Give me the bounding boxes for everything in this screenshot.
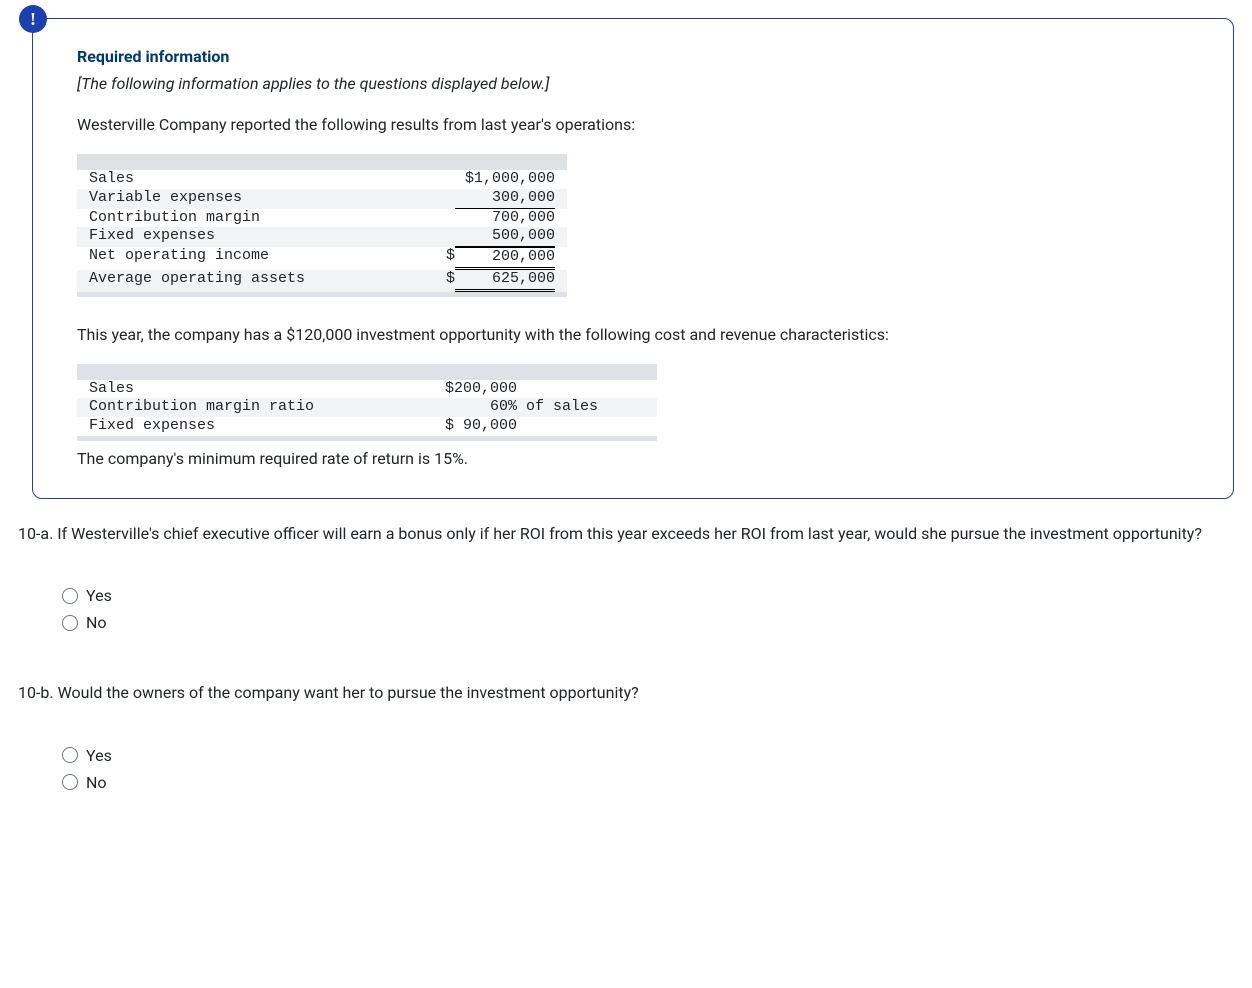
row-value: 700,000 [455, 209, 555, 228]
table-header-bar [77, 154, 567, 170]
question-10b-options: Yes No [18, 742, 1234, 796]
table-row: Fixed expenses$ 90,000 [77, 417, 657, 436]
table-row: Sales $1,000,000 [77, 170, 567, 189]
closing-text: The company's minimum required rate of r… [77, 449, 1189, 468]
radio-icon[interactable] [62, 747, 78, 763]
option-label: No [86, 613, 107, 632]
table-row: Contribution margin ratio 60% of sales [77, 398, 657, 417]
table-footer-bar [77, 292, 567, 297]
row-label: Contribution margin ratio [89, 398, 435, 417]
table-2-body: Sales$200,000Contribution margin ratio 6… [77, 380, 657, 436]
row-label: Contribution margin [89, 209, 435, 228]
required-information-box: ! Required information [The following in… [32, 18, 1234, 499]
row-symbol [435, 170, 455, 189]
row-value: $1,000,000 [455, 170, 555, 189]
row-symbol [435, 189, 455, 209]
question-10b-text: 10-b. Would the owners of the company wa… [18, 682, 1234, 704]
option-yes[interactable]: Yes [62, 582, 1234, 609]
mid-text: This year, the company has a $120,000 in… [77, 325, 1189, 344]
table-row: Variable expenses 300,000 [77, 189, 567, 209]
row-label: Sales [89, 380, 435, 399]
table-row: Fixed expenses 500,000 [77, 227, 567, 247]
option-yes[interactable]: Yes [62, 742, 1234, 769]
table-row: Sales$200,000 [77, 380, 657, 399]
row-value: $200,000 [435, 380, 645, 399]
question-10a-text: 10-a. If Westerville's chief executive o… [18, 523, 1234, 545]
table-footer-bar [77, 436, 657, 441]
row-value: 625,000 [455, 270, 555, 292]
row-symbol: $ [435, 247, 455, 270]
radio-icon[interactable] [62, 774, 78, 790]
alert-icon: ! [19, 5, 47, 33]
radio-icon[interactable] [62, 588, 78, 604]
row-label: Net operating income [89, 247, 435, 270]
intro-text: Westerville Company reported the followi… [77, 115, 1189, 134]
row-value: 60% of sales [435, 398, 645, 417]
radio-icon[interactable] [62, 615, 78, 631]
row-label: Fixed expenses [89, 227, 435, 247]
row-value: 300,000 [455, 189, 555, 209]
row-value: $ 90,000 [435, 417, 645, 436]
row-label: Fixed expenses [89, 417, 435, 436]
row-label: Average operating assets [89, 270, 435, 292]
row-value: 200,000 [455, 247, 555, 270]
row-symbol [435, 227, 455, 247]
option-label: Yes [86, 746, 112, 765]
table-header-bar [77, 364, 657, 380]
option-no[interactable]: No [62, 769, 1234, 796]
table-row: Contribution margin 700,000 [77, 209, 567, 228]
row-symbol [435, 209, 455, 228]
row-label: Variable expenses [89, 189, 435, 209]
row-symbol: $ [435, 270, 455, 292]
question-10a-options: Yes No [18, 582, 1234, 636]
table-1-body: Sales$1,000,000Variable expenses300,000C… [77, 170, 567, 292]
section-title: Required information [77, 47, 1189, 66]
row-value: 500,000 [455, 227, 555, 247]
section-note: [The following information applies to th… [77, 74, 1189, 93]
financial-table-1: Sales$1,000,000Variable expenses300,000C… [77, 154, 567, 297]
financial-table-2: Sales$200,000Contribution margin ratio 6… [77, 364, 657, 441]
table-row: Average operating assets$625,000 [77, 270, 567, 292]
option-no[interactable]: No [62, 609, 1234, 636]
row-label: Sales [89, 170, 435, 189]
table-row: Net operating income$200,000 [77, 247, 567, 270]
option-label: No [86, 773, 107, 792]
option-label: Yes [86, 586, 112, 605]
